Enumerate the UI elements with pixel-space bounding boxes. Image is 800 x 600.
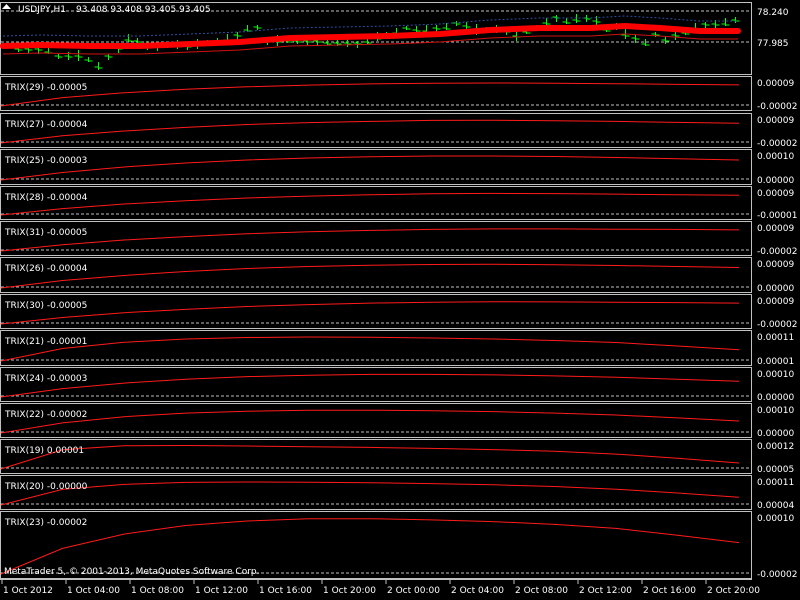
time-label: 1 Oct 12:00 [195, 586, 248, 596]
subwindow-scale-max: 0.00010 [757, 514, 794, 524]
trix-subwindow[interactable]: TRIX(19) 0.00001 0.00012 0.00005 [0, 439, 795, 476]
subwindow-frame [0, 186, 752, 220]
trix-subwindow[interactable]: TRIX(28) -0.00004 0.00009 -0.00001 [0, 186, 798, 222]
subwindow-scale-min: 0.00000 [757, 284, 794, 294]
trix-label: TRIX(27) -0.00004 [4, 120, 88, 130]
chart-symbol: USDJPY,H1 [18, 5, 66, 15]
trix-label: TRIX(30) -0.00005 [4, 301, 87, 311]
subwindow-scale-min: -0.00001 [757, 211, 797, 221]
copyright-notice: MetaTrader 5, © 2001-2013, MetaQuotes So… [4, 567, 260, 577]
trix-label: TRIX(25) -0.00003 [4, 156, 87, 166]
trix-line [0, 373, 740, 398]
time-label: 1 Oct 20:00 [323, 586, 376, 596]
subwindow-scale-min: -0.00002 [757, 139, 797, 149]
subwindow-scale-max: 0.00009 [757, 297, 794, 307]
trix-line [0, 228, 740, 252]
subwindow-scale-min: -0.00002 [757, 570, 797, 580]
trix-label: TRIX(23) -0.00002 [4, 518, 87, 528]
time-axis: 1 Oct 2012 1 Oct 04:00 1 Oct 08:00 1 Oct 12… [0, 579, 760, 596]
price-label-high: 78.240 [757, 8, 789, 18]
indicator-subwindows[interactable]: TRIX(29) -0.00005 0.00009-0.00002TRIX(27)… [0, 76, 798, 581]
trix-subwindow[interactable]: TRIX(26) -0.00004 0.00009 0.00000 [0, 257, 795, 295]
subwindow-scale-min: 0.00000 [757, 393, 794, 403]
subwindow-scale-max: 0.00012 [757, 442, 794, 452]
trix-subwindow[interactable]: TRIX(20) -0.00000 0.00011 0.00004 [0, 475, 795, 512]
time-label: 1 Oct 2012 [3, 586, 53, 596]
trix-subwindow[interactable]: TRIX(22) -0.00002 0.00010 0.00000 [0, 403, 795, 440]
trix-subwindow[interactable]: TRIX(25) -0.00003 0.00010 0.00000 [0, 149, 795, 187]
trix-subwindow[interactable]: TRIX(29) -0.00005 0.00009 -0.00002 [0, 76, 798, 113]
trix-line [0, 481, 740, 506]
subwindow-scale-min: -0.00002 [757, 247, 797, 257]
trix-line [0, 263, 740, 289]
subwindow-scale-max: 0.00010 [757, 370, 794, 380]
trix-line [0, 518, 740, 575]
time-label: 1 Oct 04:00 [67, 586, 120, 596]
subwindow-scale-max: 0.00009 [757, 224, 794, 234]
trix-label: TRIX(19) 0.00001 [4, 446, 84, 456]
collapse-arrow-icon[interactable] [2, 4, 11, 9]
trix-line [0, 192, 740, 216]
trix-label: TRIX(28) -0.00004 [4, 193, 88, 203]
trix-line [0, 155, 740, 181]
subwindow-scale-min: 0.00000 [757, 176, 794, 186]
subwindow-scale-max: 0.00011 [757, 478, 794, 488]
subwindow-scale-max: 0.00010 [757, 152, 794, 162]
time-label: 2 Oct 12:00 [579, 586, 632, 596]
chart-ohlc: 93.408 93.408 93.405 93.405 [76, 5, 211, 15]
time-label: 2 Oct 08:00 [515, 586, 568, 596]
time-label: 2 Oct 04:00 [451, 586, 504, 596]
subwindow-scale-max: 0.00009 [757, 260, 794, 270]
trix-line [0, 409, 740, 434]
trix-line [0, 336, 740, 362]
subwindow-scale-min: 0.00000 [757, 429, 794, 439]
trix-label: TRIX(29) -0.00005 [4, 83, 87, 93]
subwindow-scale-max: 0.00009 [757, 189, 794, 199]
trix-line [0, 301, 740, 325]
subwindow-scale-max: 0.00010 [757, 406, 794, 416]
trix-line [0, 82, 740, 107]
subwindow-scale-max: 0.00009 [757, 79, 794, 89]
main-price-window[interactable]: USDJPY,H1 93.408 93.408 93.405 93.405 78… [0, 2, 789, 75]
price-label-low: 77.985 [757, 39, 789, 49]
trix-line [0, 444, 740, 470]
subwindow-scale-min: 0.00004 [757, 501, 794, 511]
trix-label: TRIX(31) -0.00005 [4, 228, 87, 238]
time-label: 2 Oct 00:00 [387, 586, 440, 596]
subwindow-scale-min: -0.00002 [757, 102, 797, 112]
trix-subwindow[interactable]: TRIX(21) -0.00001 0.00011 0.00001 [0, 330, 795, 368]
trix-label: TRIX(21) -0.00001 [4, 337, 87, 347]
subwindow-scale-min: -0.00002 [757, 320, 797, 330]
metatrader-chart-window[interactable]: USDJPY,H1 93.408 93.408 93.405 93.405 78… [0, 0, 800, 600]
chart-canvas[interactable]: USDJPY,H1 93.408 93.408 93.405 93.405 78… [0, 0, 800, 600]
trix-label: TRIX(24) -0.00003 [4, 374, 87, 384]
time-label: 2 Oct 16:00 [643, 586, 696, 596]
time-label: 1 Oct 16:00 [259, 586, 312, 596]
trix-subwindow[interactable]: TRIX(24) -0.00003 0.00010 0.00000 [0, 367, 795, 404]
trix-subwindow[interactable]: TRIX(31) -0.00005 0.00009 -0.00002 [0, 221, 798, 258]
subwindow-scale-max: 0.00011 [757, 333, 794, 343]
trix-subwindow[interactable]: TRIX(27) -0.00004 0.00009 -0.00002 [0, 113, 798, 150]
trix-label: TRIX(26) -0.00004 [4, 264, 88, 274]
time-label: 1 Oct 08:00 [131, 586, 184, 596]
subwindow-scale-min: 0.00001 [757, 357, 794, 367]
trix-subwindow[interactable]: TRIX(30) -0.00005 0.00009 -0.00002 [0, 294, 798, 331]
subwindow-scale-min: 0.00005 [757, 465, 794, 475]
subwindow-scale-max: 0.00009 [757, 116, 794, 126]
trix-line [0, 119, 740, 144]
time-label: 2 Oct 20:00 [707, 586, 760, 596]
trix-label: TRIX(20) -0.00000 [4, 482, 88, 492]
trix-label: TRIX(22) -0.00002 [4, 410, 87, 420]
